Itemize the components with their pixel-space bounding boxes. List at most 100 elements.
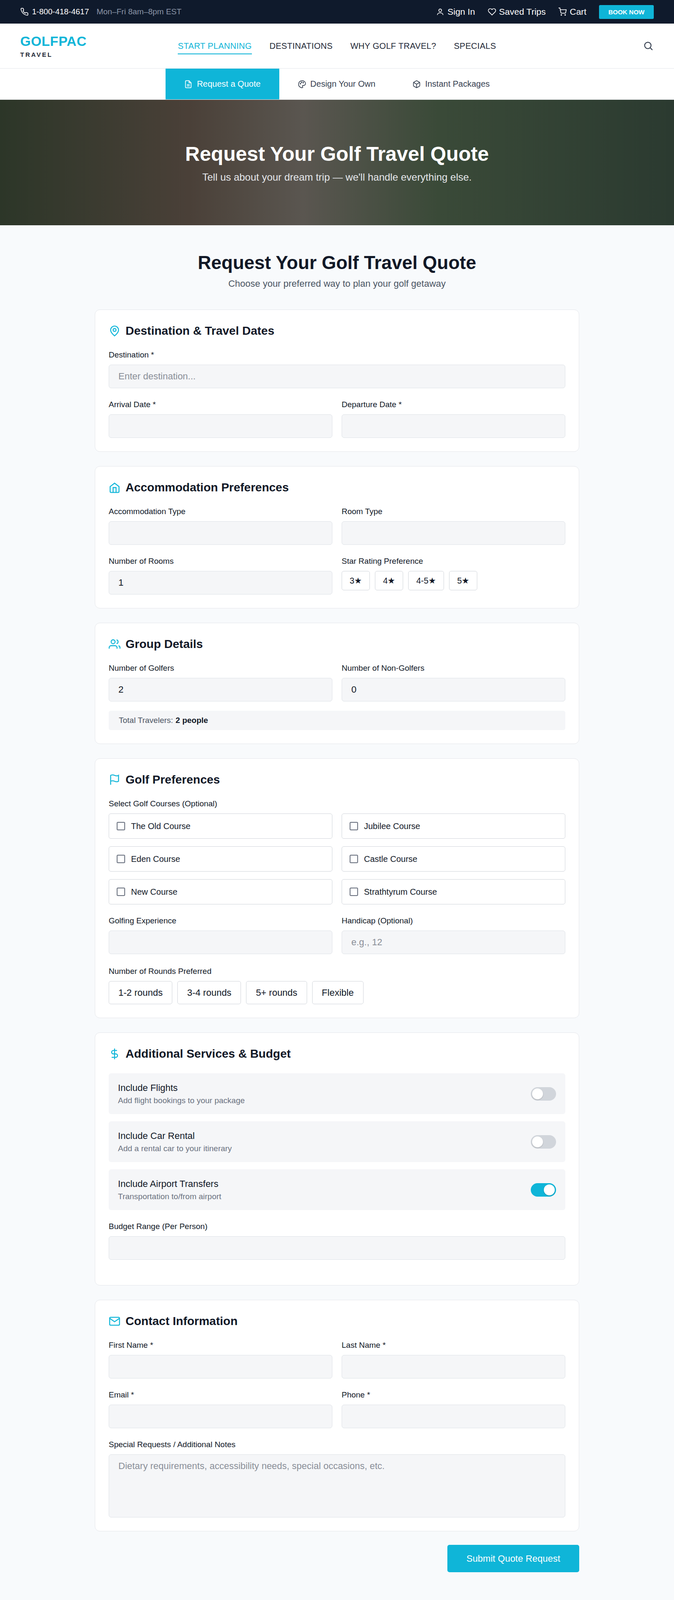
toggle-switch[interactable] (530, 1135, 557, 1150)
phone-input[interactable] (341, 1405, 566, 1429)
number-of-rooms-input[interactable]: 1 (108, 571, 333, 595)
nav-link[interactable]: DESTINATIONS (269, 37, 333, 55)
last-name-input[interactable] (341, 1355, 566, 1380)
handicap-label: Handicap (Optional) (341, 916, 566, 926)
first-name-input[interactable] (108, 1355, 333, 1380)
flag-icon (108, 774, 121, 787)
dollar-icon (108, 1048, 121, 1061)
accommodation-type-label: Accommodation Type (108, 507, 333, 517)
notes-input[interactable]: Dietary requirements, accessibility need… (108, 1454, 566, 1519)
number-of-rooms-field: Number of Rooms 1 (108, 556, 333, 595)
number-of-non-golfers-field: Number of Non-Golfers 0 (341, 663, 566, 702)
top-link[interactable]: Saved Trips (487, 6, 546, 17)
page: 1-800-418-4617 Mon–Fri 8am–8pm EST Sign … (0, 0, 674, 1600)
email-field: Email * (108, 1390, 333, 1429)
destination-label: Destination * (108, 350, 566, 360)
handicap-input[interactable]: e.g., 12 (341, 930, 566, 955)
arrival-date-input[interactable] (108, 414, 333, 439)
course-option[interactable]: Jubilee Course (341, 813, 566, 840)
checkbox[interactable] (349, 887, 359, 897)
course-option[interactable]: Strathtyrum Course (341, 879, 566, 905)
checkbox[interactable] (349, 822, 359, 831)
last-name-label: Last Name * (341, 1341, 566, 1351)
top-link[interactable]: Cart (558, 6, 587, 17)
top-link[interactable]: Sign In (435, 6, 475, 17)
number-of-non-golfers-label: Number of Non-Golfers (341, 663, 566, 674)
sub-tab[interactable]: Request a Quote (165, 68, 279, 100)
rounds-option[interactable]: 1-2 rounds (108, 981, 173, 1005)
golfing-experience-input[interactable] (108, 930, 333, 955)
document-icon (184, 80, 193, 89)
budget-range-input[interactable] (108, 1236, 566, 1261)
toggle-switch[interactable] (530, 1183, 557, 1198)
group-card: Group Details Number of Golfers 2 Number… (94, 623, 580, 745)
courses-label: Select Golf Courses (Optional) (108, 799, 566, 809)
main-content: Request Your Golf Travel Quote Choose yo… (0, 225, 674, 1600)
star-rating-field: Star Rating Preference 3★4★4-5★5★ (341, 556, 566, 595)
rounds-option[interactable]: Flexible (312, 981, 364, 1005)
sub-tab[interactable]: Design Your Own (279, 68, 395, 100)
email-input[interactable] (108, 1405, 333, 1429)
logo[interactable]: GOLFPAC TRAVEL (20, 34, 178, 58)
book-now-button[interactable]: BOOK NOW (599, 5, 654, 19)
rounds-option[interactable]: 5+ rounds (246, 981, 307, 1005)
departure-date-input[interactable] (341, 414, 566, 439)
service-toggle-row: Include Flights Add flight bookings to y… (108, 1073, 566, 1115)
hero-subtitle: Tell us about your dream trip — we'll ha… (202, 171, 472, 184)
nav-link[interactable]: SPECIALS (453, 37, 496, 55)
number-of-golfers-input[interactable]: 2 (108, 678, 333, 702)
star-option[interactable]: 4-5★ (408, 571, 444, 591)
phone-number[interactable]: 1-800-418-4617 (32, 7, 89, 17)
sub-nav: Request a Quote Design Your Own Instant … (0, 68, 674, 100)
star-option[interactable]: 4★ (374, 571, 404, 591)
number-of-golfers-label: Number of Golfers (108, 663, 333, 674)
notes-label: Special Requests / Additional Notes (108, 1440, 566, 1450)
number-of-non-golfers-input[interactable]: 0 (341, 678, 566, 702)
accommodation-type-input[interactable] (108, 521, 333, 546)
star-rating-label: Star Rating Preference (341, 556, 566, 567)
course-option[interactable]: Castle Course (341, 846, 566, 872)
rounds-option[interactable]: 3-4 rounds (177, 981, 241, 1005)
notes-field: Special Requests / Additional Notes Diet… (108, 1440, 566, 1519)
room-type-input[interactable] (341, 521, 566, 546)
submit-button[interactable]: Submit Quote Request (447, 1545, 580, 1573)
accommodation-card: Accommodation Preferences Accommodation … (94, 466, 580, 609)
last-name-field: Last Name * (341, 1341, 566, 1380)
cart-icon (558, 7, 567, 17)
phone-field: Phone * (341, 1390, 566, 1429)
hero-banner: Request Your Golf Travel Quote Tell us a… (0, 99, 674, 226)
star-option[interactable]: 5★ (449, 571, 478, 591)
checkbox[interactable] (349, 855, 359, 864)
nav-link[interactable]: WHY GOLF TRAVEL? (350, 37, 437, 55)
services-card: Additional Services & Budget Include Fli… (94, 1032, 580, 1287)
package-icon (412, 80, 421, 89)
room-type-label: Room Type (341, 507, 566, 517)
page-subheading: Choose your preferred way to plan your g… (94, 278, 580, 290)
rounds-label: Number of Rounds Preferred (108, 967, 566, 977)
toggle-subtitle: Add flight bookings to your package (117, 1096, 245, 1106)
users-icon (108, 638, 121, 651)
checkbox[interactable] (116, 822, 126, 831)
checkbox[interactable] (116, 887, 126, 897)
number-of-rooms-label: Number of Rooms (108, 556, 333, 567)
sub-tab[interactable]: Instant Packages (393, 68, 509, 100)
course-option[interactable]: New Course (108, 879, 333, 905)
room-type-field: Room Type (341, 507, 566, 546)
search-icon[interactable] (642, 40, 654, 52)
number-of-golfers-field: Number of Golfers 2 (108, 663, 333, 702)
page-heading: Request Your Golf Travel Quote (94, 252, 580, 274)
nav-link[interactable]: START PLANNING (177, 37, 252, 55)
departure-date-label: Departure Date * (341, 400, 566, 410)
hours: Mon–Fri 8am–8pm EST (96, 7, 182, 17)
checkbox[interactable] (116, 855, 126, 864)
course-option[interactable]: The Old Course (108, 813, 333, 840)
destination-input[interactable]: Enter destination... (108, 364, 566, 389)
toggle-switch[interactable] (530, 1087, 557, 1102)
arrival-date-label: Arrival Date * (108, 400, 333, 410)
course-option[interactable]: Eden Course (108, 846, 333, 872)
toggle-title: Include Airport Transfers (117, 1179, 222, 1191)
map-pin-icon (108, 325, 121, 337)
contact-card: Contact Information First Name * Last Na… (94, 1300, 580, 1533)
star-option[interactable]: 3★ (341, 571, 370, 591)
total-travelers: Total Travelers:2 people (108, 711, 566, 731)
